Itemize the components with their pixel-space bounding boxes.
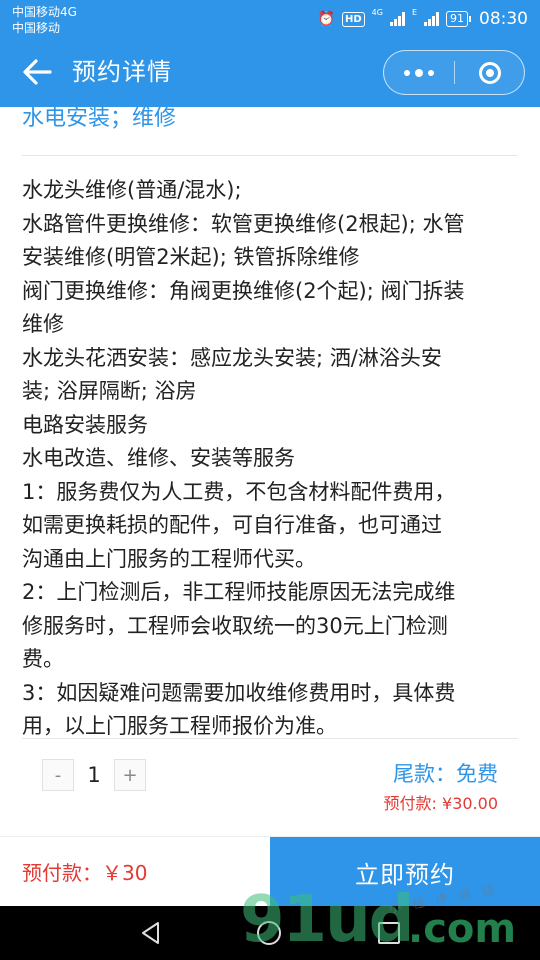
description-line: 1：服务费仅为人工费，不包含材料配件费用， <box>22 479 456 504</box>
network-type-e: E <box>411 8 417 17</box>
alarm-icon: ⏰ <box>317 11 335 27</box>
bottom-prepay-label: 预付款：￥30 <box>22 861 148 885</box>
carrier-label-secondary: 中国移动 <box>12 21 61 35</box>
balance-label: 尾款：免费 <box>393 762 498 786</box>
book-now-button[interactable]: 立即预约 <box>270 837 540 907</box>
back-arrow-icon[interactable] <box>20 55 54 89</box>
bottom-bar: 预付款：￥30 立即预约 <box>0 836 540 907</box>
description-line: 水电改造、维修、安装等服务 <box>22 446 295 470</box>
description-line: 修服务时，工程师会收取统一的30元上门检测 <box>22 613 448 638</box>
system-home-icon[interactable] <box>257 921 281 945</box>
decrease-button[interactable]: - <box>42 759 74 791</box>
service-category: 水电安装；维修 <box>22 106 177 131</box>
description-line: 2：上门检测后，非工程师技能原因无法完成维 <box>22 580 456 604</box>
description-line: 水龙头维修(普通/混水); <box>22 178 242 202</box>
prepay-amount: 预付款: ¥30.00 <box>383 794 498 813</box>
nav-bar: 预约详情 <box>0 38 540 107</box>
increase-button[interactable]: + <box>114 759 146 791</box>
close-miniprogram-icon[interactable] <box>455 51 525 94</box>
description-line: 维修 <box>22 312 64 336</box>
system-nav-bar <box>0 906 540 960</box>
battery-icon: 91 <box>446 11 471 27</box>
page-title: 预约详情 <box>72 58 172 86</box>
status-bar: 中国移动4G 中国移动 ⏰ HD 4G E 91 08:30 <box>0 0 540 38</box>
description-line: 水路管件更换维修：软管更换维修(2根起); 水管 <box>22 211 465 236</box>
clock: 08:30 <box>479 9 528 29</box>
miniprogram-capsule <box>383 50 525 95</box>
divider <box>22 738 518 739</box>
signal-icon <box>389 12 405 26</box>
description-line: 水龙头花洒安装：感应龙头安装; 洒/淋浴头安 <box>22 345 442 370</box>
signal-icon-2 <box>424 12 439 26</box>
system-back-icon[interactable] <box>138 920 164 946</box>
description-line: 如需更换耗损的配件，可自行准备，也可通过 <box>22 513 442 537</box>
carrier-label-primary: 中国移动4G <box>12 5 77 19</box>
description-line: 费。 <box>22 647 64 671</box>
service-description: 水龙头维修(普通/混水); 水路管件更换维修：软管更换维修(2根起); 水管 安装维… <box>22 174 522 744</box>
divider <box>22 155 518 156</box>
network-type-4g: 4G <box>371 8 383 17</box>
description-line: 阀门更换维修：角阀更换维修(2个起); 阀门拆装 <box>22 278 465 303</box>
system-recent-apps-icon[interactable] <box>378 922 400 944</box>
hd-icon: HD <box>341 11 365 27</box>
status-icons: ⏰ HD 4G E 91 08:30 <box>318 8 528 30</box>
description-line: 安装维修(明管2米起); 铁管拆除维修 <box>22 245 360 269</box>
description-line: 装; 浴屏隔断; 浴房 <box>22 379 197 403</box>
description-line: 电路安装服务 <box>22 412 148 437</box>
description-line: 3：如因疑难问题需要加收维修费用时，具体费 <box>22 680 456 705</box>
quantity-value: 1 <box>87 763 101 787</box>
description-line: 沟通由上门服务的工程师代买。 <box>22 546 316 571</box>
quantity-stepper: - 1 + <box>42 758 146 792</box>
more-icon[interactable] <box>384 51 454 94</box>
